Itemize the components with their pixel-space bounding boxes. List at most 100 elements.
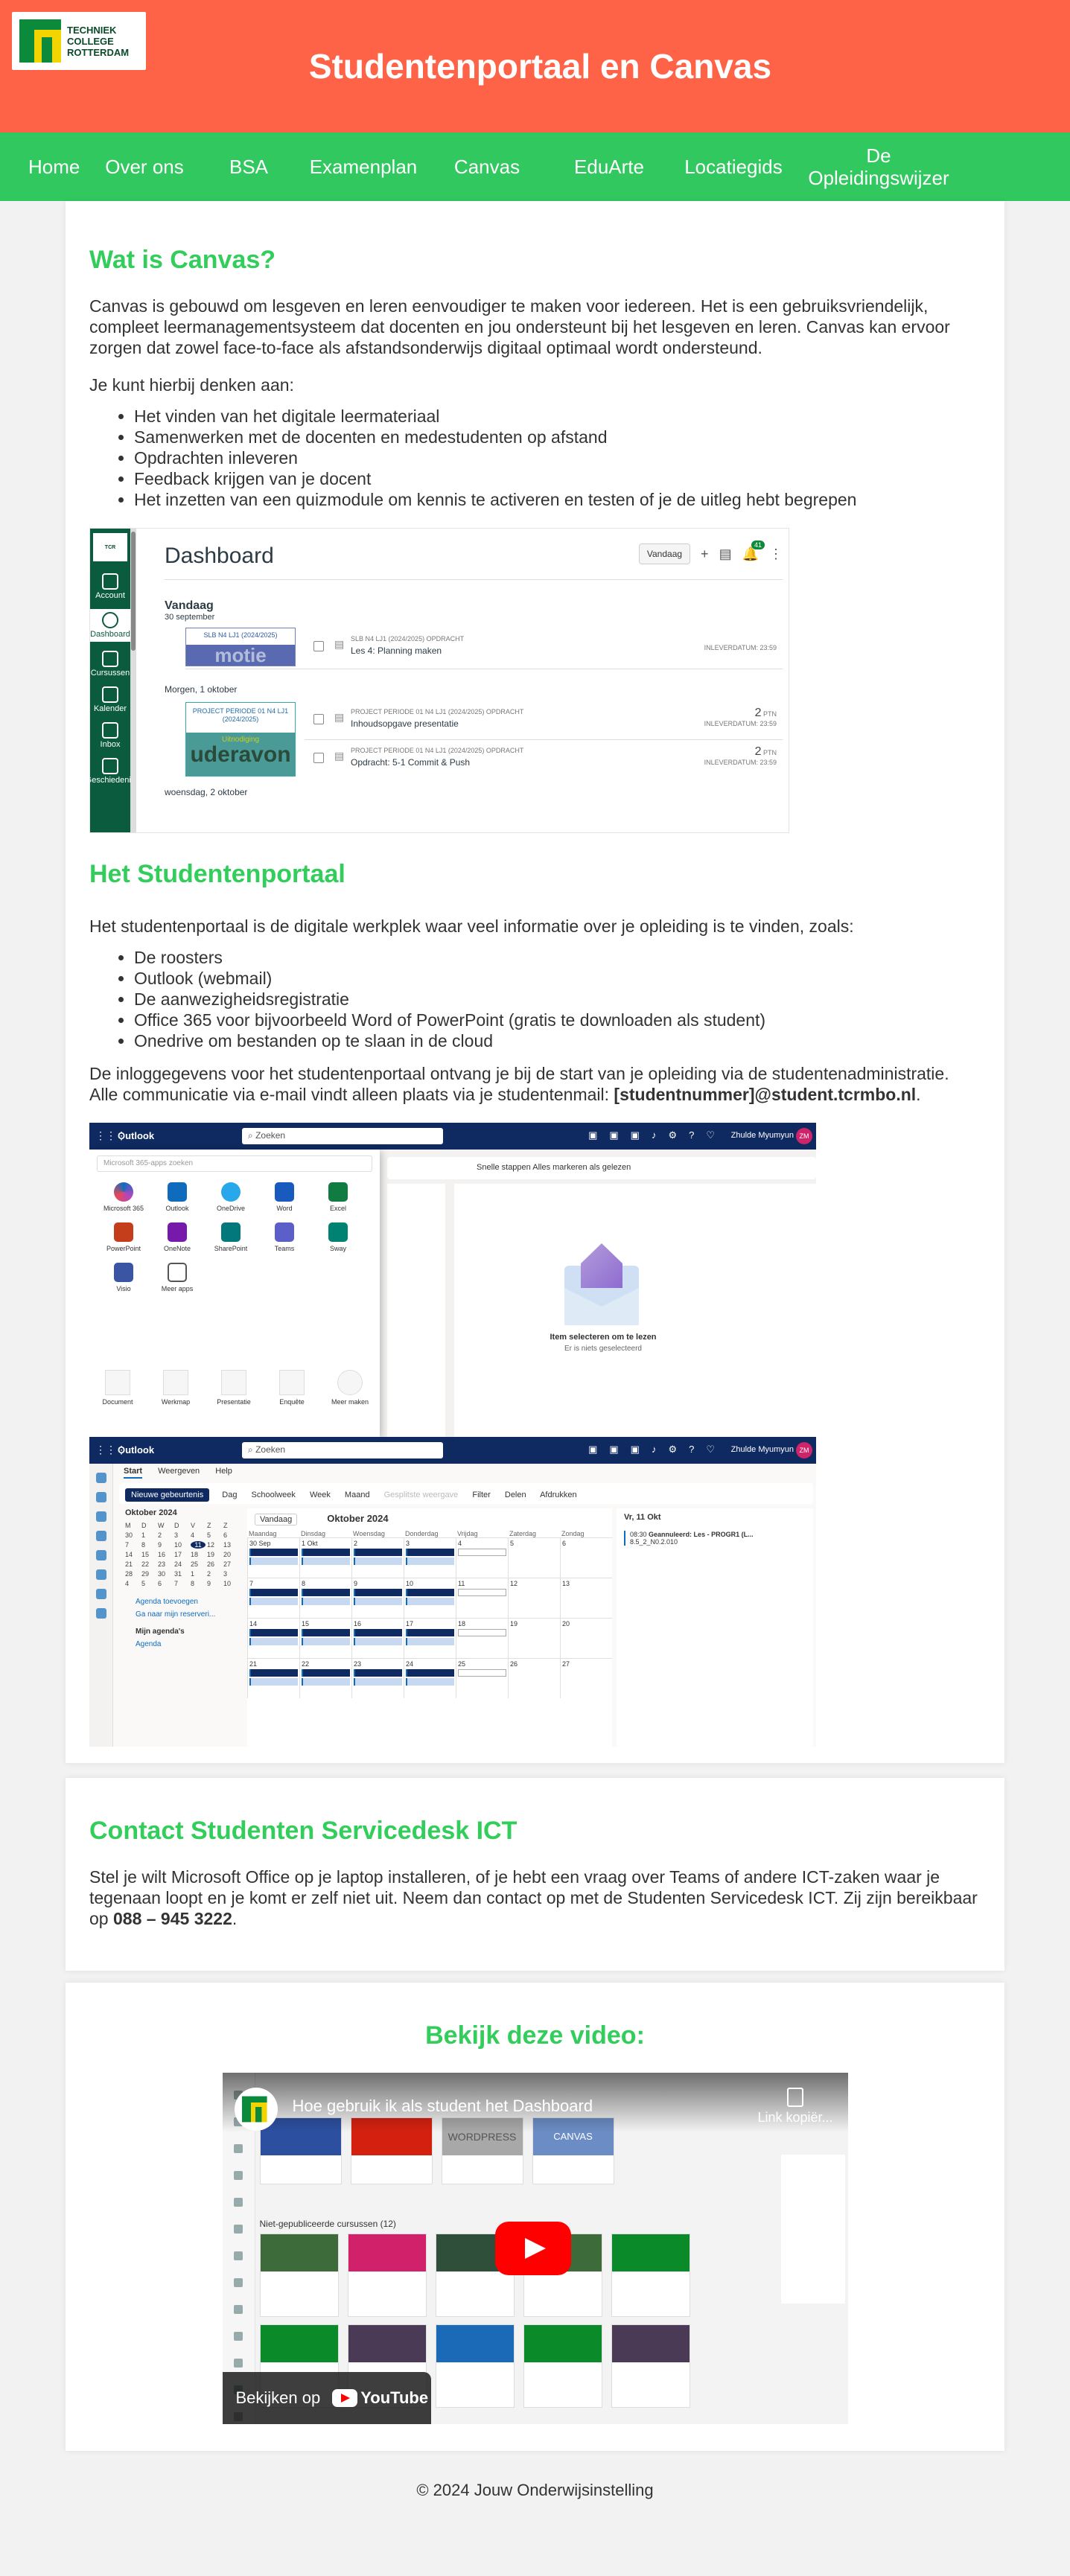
nav-eduarte[interactable]: EduArte [548, 156, 670, 178]
mini-day: 26 [207, 1560, 215, 1568]
day-cell: 1 Okt [299, 1537, 351, 1578]
list-item: Outlook (webmail) [134, 968, 981, 989]
mini-day: 9 [158, 1541, 162, 1549]
assignment-title: Les 4: Planning maken [351, 645, 442, 656]
more-icon: ⋮ [769, 546, 783, 561]
copy-link-button[interactable]: Link kopiër... [757, 2088, 833, 2126]
month-grid: Vandaag Oktober 2024 Maandag Dinsdag Woensd… [247, 1508, 612, 1747]
avatar: ZM [796, 1442, 812, 1458]
day-pane: Vr, 11 Okt 08:30 Geannuleerd: Les - PROG… [617, 1508, 813, 1747]
site-footer: © 2024 Jouw Onderwijsinstelling [416, 2481, 654, 2499]
app-grid: Microsoft 365 Outlook OneDrive Word Exce… [97, 1182, 372, 1292]
mini-day: 16 [158, 1551, 166, 1558]
mini-day: 27 [223, 1560, 232, 1568]
onenote-icon [168, 1222, 187, 1242]
sway-icon [328, 1222, 348, 1242]
nav-bsa[interactable]: BSA [197, 156, 301, 178]
mini-day: 22 [141, 1560, 150, 1568]
nav-opleidingswijzer[interactable]: De Opleidingswijzer [797, 144, 961, 189]
assignment-title: Opdracht: 5-1 Commit & Push [351, 757, 471, 768]
sidebar-item-account: Account [95, 573, 125, 600]
app-more: Meer apps [150, 1263, 204, 1292]
toolbar-icons: ▣▣▣♪⚙?♡ [588, 1444, 727, 1455]
mini-day: 23 [158, 1560, 166, 1568]
nav-canvas[interactable]: Canvas [426, 156, 548, 178]
app-excel: Excel [311, 1182, 365, 1212]
teams-icon [275, 1222, 294, 1242]
mini-day: 29 [141, 1570, 150, 1578]
weekday-row: Maandag Dinsdag Woensdag Donderdag Vrijdag Za… [247, 1524, 612, 1537]
visio-icon [114, 1263, 133, 1282]
day-cell: 19 [508, 1618, 560, 1658]
logo-mark-icon [241, 2096, 267, 2123]
mini-day: 20 [223, 1551, 232, 1558]
book-icon [101, 651, 118, 667]
youtube-play-icon [332, 2389, 358, 2407]
reservations-link: Ga naar mijn reserveri... [136, 1610, 216, 1619]
plus-icon [337, 1370, 363, 1395]
today-button: Vandaag [638, 543, 691, 564]
list-item: Het inzetten van een quizmodule om kenni… [134, 489, 981, 510]
mini-day: 24 [174, 1560, 182, 1568]
phone-number: 088 – 945 3222 [112, 1909, 232, 1928]
play-button[interactable] [494, 2222, 571, 2275]
add-calendar-link: Agenda toevoegen [136, 1598, 198, 1606]
reading-pane: Item selecteren om te lezen Er is niets … [454, 1184, 816, 1437]
watch-on-youtube-button[interactable]: Bekijken op YouTube [222, 2372, 431, 2424]
mini-day: 6 [158, 1580, 162, 1587]
envelope-icon [564, 1243, 639, 1325]
assignment-icon: ▤ [334, 750, 345, 762]
history-icon [102, 758, 118, 774]
youtube-embed[interactable]: WORDPRESS CANVAS Niet-gepubliceerde curs… [222, 2073, 848, 2424]
mini-day: 25 [191, 1560, 199, 1568]
video-title[interactable]: Hoe gebruik ik als student het Dashboard [293, 2097, 593, 2116]
notification-badge: 41 [751, 540, 765, 549]
app-microsoft365: Microsoft 365 [97, 1182, 150, 1212]
day-cell: 7 [247, 1578, 299, 1618]
mini-day: 30 [125, 1531, 133, 1539]
mini-day: 21 [125, 1560, 133, 1568]
list-item: Office 365 voor bijvoorbeeld Word of Pow… [134, 1010, 981, 1030]
unpublished-label: Niet-gepubliceerde cursussen (12) [259, 2219, 396, 2229]
mini-day: 9 [207, 1580, 211, 1587]
mail-toolbar: Snelle stappen Alles markeren als geleze… [387, 1157, 816, 1179]
day-cell: 5 [508, 1537, 560, 1578]
mini-day: D [141, 1522, 147, 1529]
list-item: De roosters [134, 947, 981, 968]
list-item: Feedback krijgen van je docent [134, 468, 981, 489]
checkbox [313, 753, 324, 763]
canvas-lead: Je kunt hierbij denken aan: [89, 375, 294, 395]
nav-over-ons[interactable]: Over ons [92, 156, 197, 178]
calendar-icon [101, 686, 118, 703]
weekday-label: Zondag [561, 1530, 585, 1537]
mini-day: 1 [191, 1570, 195, 1578]
day-cell: 25 [456, 1658, 508, 1698]
day-cell: 8 [299, 1578, 351, 1618]
nav-examenplan[interactable]: Examenplan [301, 156, 426, 178]
assignment-points: 2 PTN INLEVERDATUM: 23:59 [704, 707, 777, 727]
list-item: De aanwezigheidsregistratie [134, 989, 981, 1010]
nav-locatiegids[interactable]: Locatiegids [670, 156, 797, 178]
nav-home[interactable]: Home [15, 156, 92, 178]
canvas-dashboard-screenshot: TCR Account Dashboard Cursussen Kalender… [89, 528, 789, 833]
day-cell: 3 [404, 1537, 456, 1578]
dashboard-logo-icon: TCR [93, 533, 127, 561]
day-cell: 26 [508, 1658, 560, 1698]
word-icon [275, 1182, 294, 1202]
day-cell: 10 [404, 1578, 456, 1618]
day-label: woensdag, 2 oktober [165, 787, 248, 797]
copy-icon [786, 2088, 803, 2107]
microsoft365-icon [114, 1182, 133, 1202]
list-item: Samenwerken met de docenten en medestude… [134, 427, 981, 447]
app-visio: Visio [97, 1263, 150, 1292]
search-input: ⌕ Zoeken [242, 1442, 443, 1458]
month-cells: 30 Sep 1 Okt 2 3 4 5 6 7 8 9 10 11 12 13 14 15 16 17 18 19 2… [247, 1537, 612, 1698]
day-cell: 15 [299, 1618, 351, 1658]
survey-icon [279, 1370, 305, 1395]
channel-avatar[interactable] [234, 2088, 278, 2131]
launcher-search: Microsoft 365-apps zoeken [97, 1155, 372, 1172]
weekday-label: Dinsdag [301, 1530, 326, 1537]
mini-day: 3 [174, 1531, 179, 1539]
day-cell: 27 [560, 1658, 612, 1698]
planner-item: PROJECT PERIODE 01 N4 LJ1 (2024/2025) Ui… [185, 702, 783, 782]
